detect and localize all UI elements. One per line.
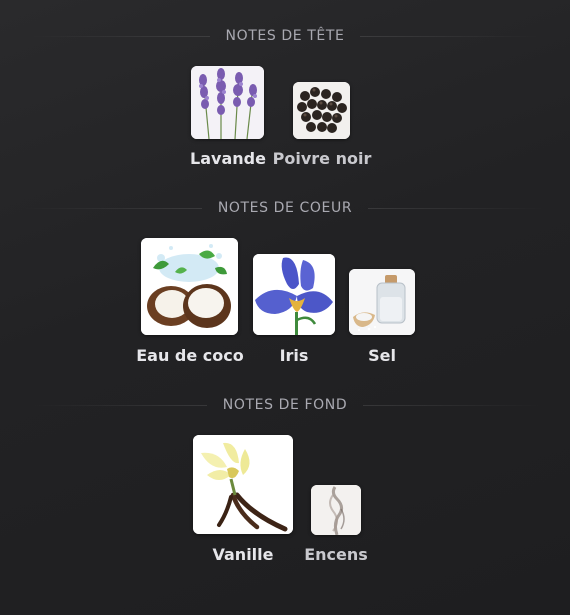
lavender-image[interactable]	[191, 66, 264, 139]
black-pepper-image[interactable]	[293, 82, 350, 139]
note-label: Vanille	[212, 545, 274, 564]
divider-line	[21, 207, 202, 209]
note-label: Encens	[304, 545, 368, 564]
divider-line	[26, 404, 207, 406]
note-label: Poivre noir	[272, 149, 372, 168]
note-label: Eau de coco	[136, 346, 244, 365]
note-label: Iris	[279, 346, 309, 365]
salt-jar-image[interactable]	[349, 269, 415, 335]
divider-line	[360, 35, 541, 37]
divider-line	[368, 207, 549, 209]
section-title: NOTES DE TÊTE	[225, 28, 345, 44]
note-label: Lavande	[190, 149, 266, 168]
iris-flower-image[interactable]	[253, 254, 335, 335]
divider-line	[363, 404, 544, 406]
divider-line	[29, 35, 210, 37]
section-title: NOTES DE COEUR	[217, 200, 353, 216]
vanilla-image[interactable]	[193, 435, 293, 534]
incense-smoke-image[interactable]	[311, 485, 361, 535]
note-label: Sel	[368, 346, 396, 365]
section-heading-top-notes: NOTES DE TÊTE	[0, 26, 570, 46]
section-heading-base-notes: NOTES DE FOND	[0, 395, 570, 415]
section-title: NOTES DE FOND	[222, 397, 348, 413]
coconut-water-image[interactable]	[141, 238, 238, 335]
section-heading-heart-notes: NOTES DE COEUR	[0, 198, 570, 218]
